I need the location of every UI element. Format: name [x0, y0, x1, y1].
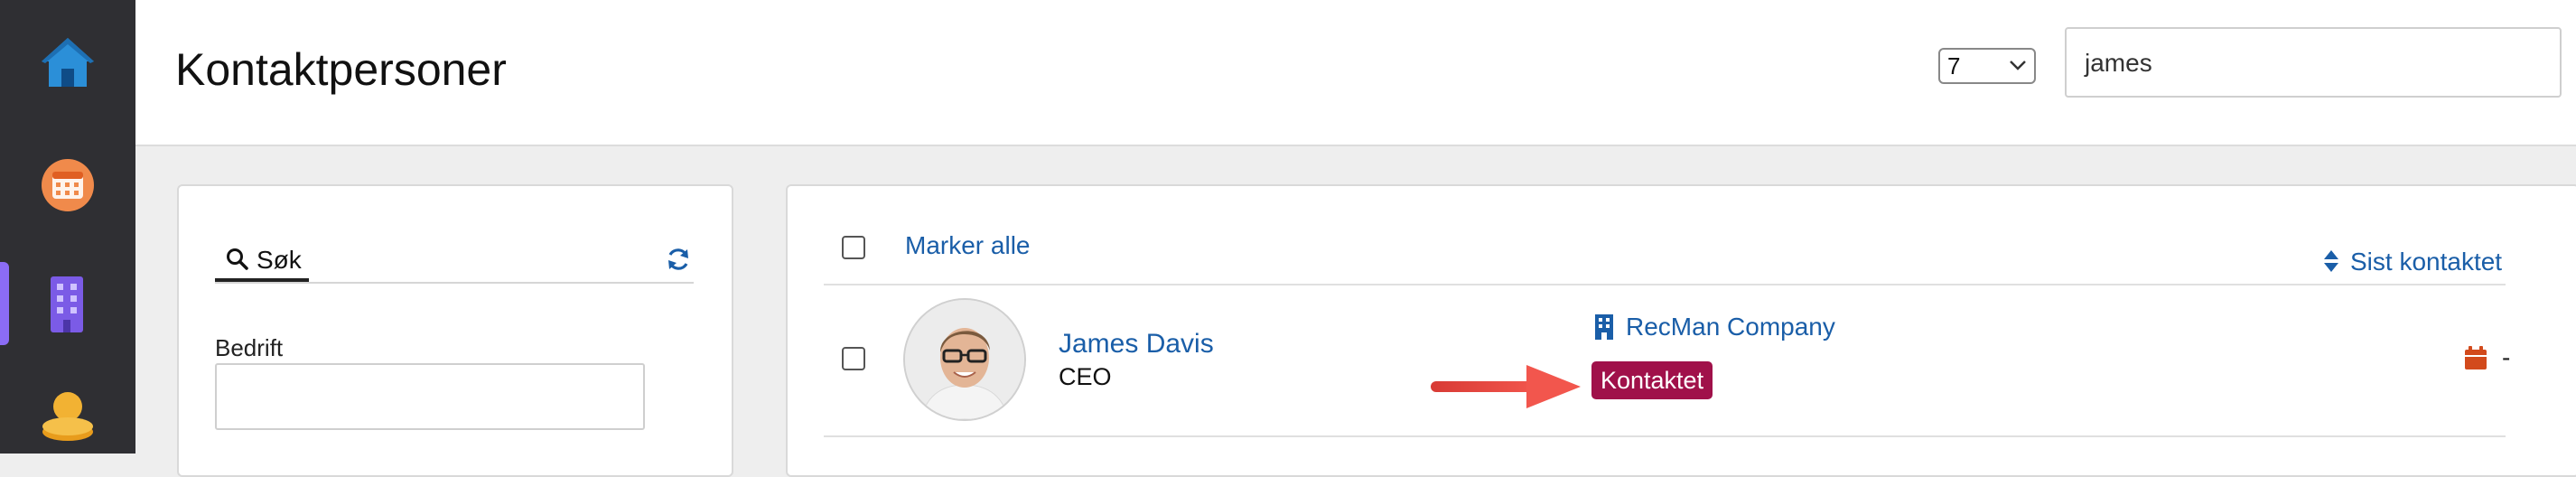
search-input[interactable]: james — [2065, 27, 2562, 98]
calendar-icon — [42, 159, 94, 211]
refresh-icon[interactable] — [665, 246, 692, 273]
select-all-checkbox[interactable] — [842, 236, 865, 259]
select-all-link[interactable]: Marker alle — [905, 231, 1030, 260]
row-checkbox[interactable] — [842, 347, 865, 370]
page-title: Kontaktpersoner — [175, 44, 507, 95]
contact-name-link[interactable]: James Davis — [1059, 329, 1214, 360]
per-page-select[interactable]: 7 — [1938, 48, 2036, 84]
building-icon — [1595, 314, 1613, 340]
building-icon — [51, 276, 83, 332]
sort-icon — [2324, 250, 2338, 272]
app-nav-rail — [0, 0, 135, 454]
header-divider — [824, 284, 2506, 285]
calendar-icon — [2465, 346, 2487, 369]
per-page-value: 7 — [1947, 52, 1961, 80]
coins-icon — [42, 392, 93, 441]
tab-divider — [215, 282, 694, 284]
rail-item-companies[interactable] — [0, 253, 135, 352]
chevron-down-icon — [2010, 61, 2026, 70]
page-header: Kontaktpersoner 7 james — [135, 0, 2576, 146]
filter-panel: Søk Bedrift — [177, 184, 733, 477]
tab-search-label: Søk — [257, 246, 302, 274]
tab-search[interactable]: Søk — [215, 242, 309, 282]
contact-job-title: CEO — [1059, 363, 1112, 390]
annotation-arrow — [1431, 365, 1581, 408]
avatar[interactable] — [903, 298, 1026, 421]
company-filter-input[interactable] — [215, 363, 645, 430]
results-panel: Marker alle Sist kontaktet James Davis C… — [786, 184, 2576, 477]
row-divider — [824, 435, 2506, 437]
rail-item-home[interactable] — [0, 16, 135, 116]
search-icon — [227, 248, 248, 270]
search-input-value: james — [2085, 49, 2152, 77]
avatar-photo — [905, 300, 1024, 419]
sort-label: Sist kontaktet — [2350, 248, 2503, 276]
rail-item-calendar[interactable] — [0, 136, 135, 235]
home-icon — [42, 38, 94, 87]
rail-item-finance[interactable] — [0, 370, 135, 470]
status-badge: Kontaktet — [1591, 361, 1713, 399]
last-contacted-value: - — [2502, 343, 2511, 371]
company-filter-label: Bedrift — [215, 334, 284, 361]
company-name: RecMan Company — [1626, 313, 1835, 341]
